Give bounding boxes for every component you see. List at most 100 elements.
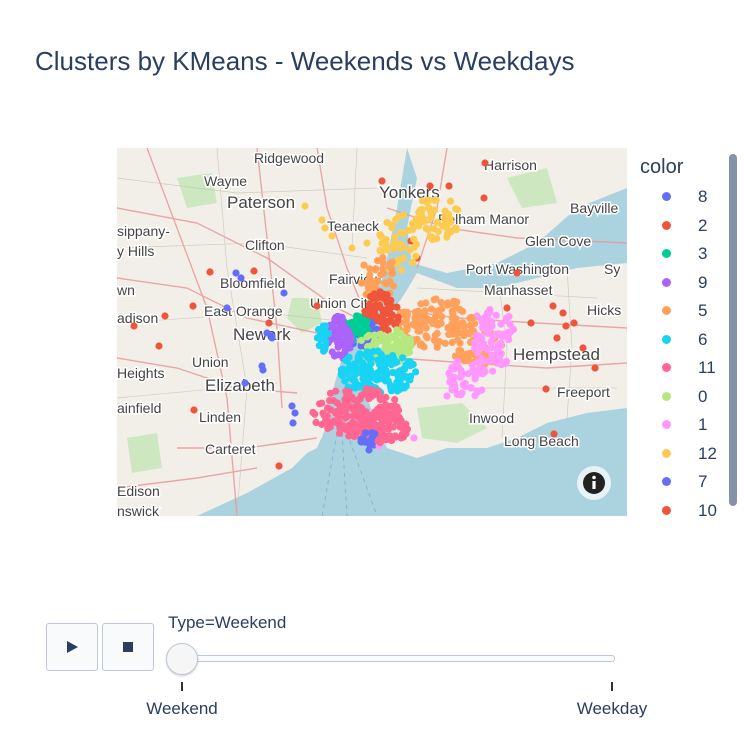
cluster-6-point[interactable] xyxy=(400,384,408,392)
cluster-12-point[interactable] xyxy=(382,239,390,247)
cluster-6-point[interactable] xyxy=(379,375,388,383)
cluster-10-point[interactable] xyxy=(503,304,511,312)
cluster-0-point[interactable] xyxy=(401,334,409,342)
cluster-5-point[interactable] xyxy=(450,297,458,305)
cluster-12-point[interactable] xyxy=(318,216,326,224)
cluster-1-point[interactable] xyxy=(457,391,465,399)
cluster-7-point[interactable] xyxy=(241,379,249,387)
cluster-11-point[interactable] xyxy=(312,418,320,427)
cluster-5-point[interactable] xyxy=(448,307,456,315)
cluster-10-point[interactable] xyxy=(591,364,599,372)
cluster-6-point[interactable] xyxy=(399,354,407,362)
cluster-5-point[interactable] xyxy=(433,319,441,327)
cluster-12-point[interactable] xyxy=(399,254,407,262)
cluster-10-point[interactable] xyxy=(250,267,258,275)
cluster-1-point[interactable] xyxy=(468,361,476,369)
cluster-11-point[interactable] xyxy=(377,427,385,435)
cluster-12-point[interactable] xyxy=(439,222,447,230)
legend-item-2[interactable]: 2 xyxy=(660,215,730,237)
cluster-12-point[interactable] xyxy=(428,235,436,243)
cluster-6-point[interactable] xyxy=(379,364,387,372)
cluster-1-point[interactable] xyxy=(451,361,459,369)
cluster-11-point[interactable] xyxy=(391,396,399,404)
cluster-9-point[interactable] xyxy=(331,315,339,323)
cluster-1-point[interactable] xyxy=(481,313,489,322)
cluster-8-point[interactable] xyxy=(367,436,375,444)
cluster-10-point[interactable] xyxy=(527,319,535,327)
cluster-6-point[interactable] xyxy=(341,377,349,385)
cluster-11-point[interactable] xyxy=(355,423,363,431)
cluster-10-point[interactable] xyxy=(275,462,283,470)
cluster-12-point[interactable] xyxy=(348,244,356,252)
cluster-10-point[interactable] xyxy=(378,177,386,185)
cluster-2-point[interactable] xyxy=(370,308,378,316)
cluster-6-point[interactable] xyxy=(338,368,346,376)
cluster-7-point[interactable] xyxy=(259,366,267,374)
cluster-8-point[interactable] xyxy=(361,429,369,437)
cluster-7-point[interactable] xyxy=(223,304,231,312)
cluster-5-point[interactable] xyxy=(416,327,424,335)
cluster-5-point[interactable] xyxy=(430,296,438,304)
cluster-5-point[interactable] xyxy=(456,339,464,347)
cluster-1-point[interactable] xyxy=(443,392,451,400)
cluster-11-point[interactable] xyxy=(383,435,391,443)
cluster-7-point[interactable] xyxy=(288,402,296,410)
cluster-5-point[interactable] xyxy=(389,269,397,277)
cluster-5-point[interactable] xyxy=(414,307,422,315)
cluster-7-point[interactable] xyxy=(268,334,276,342)
cluster-12-point[interactable] xyxy=(376,247,384,255)
cluster-1-point[interactable] xyxy=(502,317,510,325)
cluster-0-point[interactable] xyxy=(357,336,365,344)
cluster-12-point[interactable] xyxy=(409,258,417,267)
cluster-5-point[interactable] xyxy=(421,307,429,315)
cluster-12-point[interactable] xyxy=(376,231,384,239)
slider-tick-label-weekday[interactable]: Weekday xyxy=(577,699,648,719)
cluster-10-point[interactable] xyxy=(480,194,488,202)
cluster-1-point[interactable] xyxy=(457,367,465,375)
cluster-1-point[interactable] xyxy=(472,338,480,346)
cluster-12-point[interactable] xyxy=(399,243,408,251)
cluster-8-point[interactable] xyxy=(357,438,365,446)
cluster-6-point[interactable] xyxy=(393,387,401,395)
legend-item-3[interactable]: 3 xyxy=(660,243,730,265)
cluster-6-point[interactable] xyxy=(313,334,321,342)
cluster-5-point[interactable] xyxy=(444,299,452,307)
cluster-12-point[interactable] xyxy=(415,218,423,226)
cluster-5-point[interactable] xyxy=(437,299,445,307)
cluster-12-point[interactable] xyxy=(410,235,418,243)
cluster-11-point[interactable] xyxy=(333,399,341,407)
cluster-6-point[interactable] xyxy=(402,361,410,369)
cluster-6-point[interactable] xyxy=(395,369,403,377)
legend-item-7[interactable]: 7 xyxy=(660,471,730,493)
cluster-11-point[interactable] xyxy=(357,391,365,400)
cluster-2-point[interactable] xyxy=(379,309,388,317)
slider-tick-label-weekend[interactable]: Weekend xyxy=(146,699,218,719)
cluster-11-point[interactable] xyxy=(323,416,331,424)
cluster-5-point[interactable] xyxy=(452,315,460,323)
cluster-5-point[interactable] xyxy=(377,271,385,279)
cluster-10-point[interactable] xyxy=(570,319,578,327)
cluster-10-point[interactable] xyxy=(542,385,550,393)
cluster-0-point[interactable] xyxy=(372,339,380,347)
cluster-1-point[interactable] xyxy=(503,331,512,340)
legend-item-5[interactable]: 5 xyxy=(660,300,730,322)
cluster-10-point[interactable] xyxy=(265,319,273,327)
cluster-1-point[interactable] xyxy=(445,369,453,377)
legend-item-6[interactable]: 6 xyxy=(660,329,730,351)
cluster-5-point[interactable] xyxy=(468,314,476,322)
cluster-12-point[interactable] xyxy=(412,252,420,260)
cluster-1-point[interactable] xyxy=(483,346,491,354)
cluster-11-point[interactable] xyxy=(342,409,350,417)
cluster-6-point[interactable] xyxy=(366,356,374,364)
cluster-5-point[interactable] xyxy=(379,254,387,262)
cluster-12-point[interactable] xyxy=(424,226,432,234)
cluster-1-point[interactable] xyxy=(476,359,484,367)
cluster-11-point[interactable] xyxy=(367,386,375,394)
cluster-10-point[interactable] xyxy=(189,302,197,310)
legend-item-11[interactable]: 11 xyxy=(660,357,730,379)
cluster-12-point[interactable] xyxy=(391,233,399,241)
cluster-12-point[interactable] xyxy=(321,224,329,232)
cluster-12-point[interactable] xyxy=(416,206,424,214)
cluster-9-point[interactable] xyxy=(334,351,342,359)
cluster-1-point[interactable] xyxy=(451,382,459,390)
